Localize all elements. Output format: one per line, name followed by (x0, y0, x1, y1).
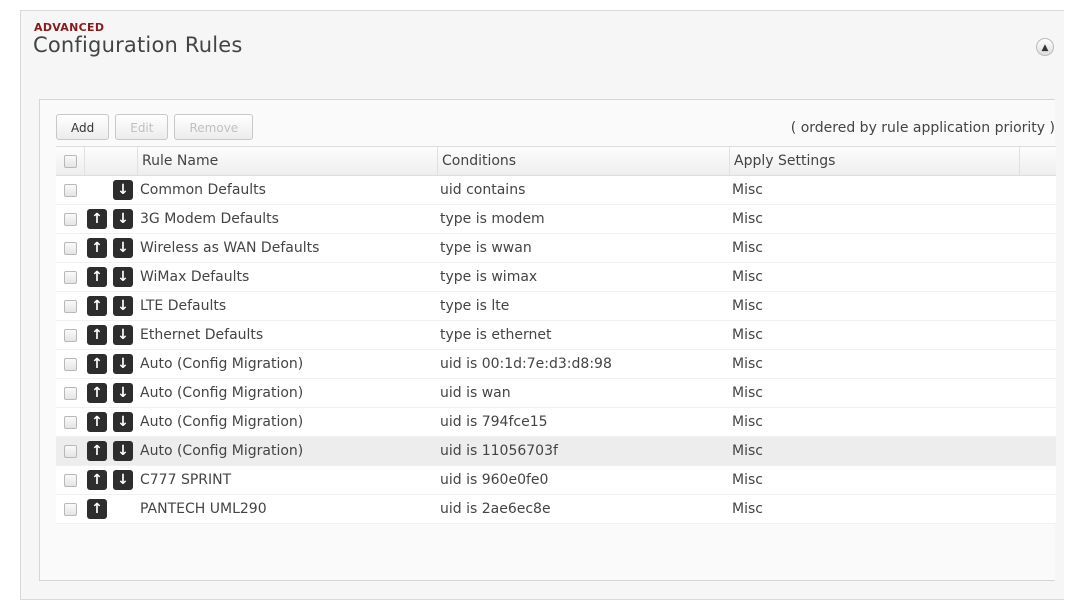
toolbar: Add Edit Remove (56, 114, 254, 142)
row-checkbox[interactable] (63, 270, 77, 284)
table-body: ↓ Common Defaults uid contains Misc ↑ ↓ 3G Mod… (56, 176, 1056, 524)
arrow-up-icon[interactable]: ↑ (87, 296, 107, 316)
cell-apply-settings: Misc (732, 414, 763, 430)
arrow-down-icon[interactable]: ↓ (113, 354, 133, 374)
cell-conditions: type is modem (440, 211, 545, 227)
arrow-up-icon[interactable]: ↑ (87, 499, 107, 519)
cell-rule-name: C777 SPRINT (140, 472, 232, 488)
cell-rule-name: Ethernet Defaults (140, 327, 264, 343)
cell-apply-settings: Misc (732, 501, 763, 517)
cell-rule-name: Wireless as WAN Defaults (140, 240, 320, 256)
cell-rule-name: Auto (Config Migration) (140, 443, 304, 459)
cell-conditions: type is wwan (440, 240, 532, 256)
table-row[interactable]: ↑ ↓ WiMax Defaults type is wimax Misc (56, 263, 1056, 292)
table-header: Rule Name Conditions Apply Settings (56, 147, 1056, 176)
order-note: ( ordered by rule application priority ) (790, 120, 1055, 136)
row-checkbox[interactable] (63, 473, 77, 487)
row-checkbox[interactable] (63, 357, 77, 371)
arrow-down-icon[interactable]: ↓ (113, 296, 133, 316)
remove-button[interactable]: Remove (174, 114, 254, 140)
cell-apply-settings: Misc (732, 182, 763, 198)
table-row[interactable]: ↑ ↓ Wireless as WAN Defaults type is wwan Mi… (56, 234, 1056, 263)
arrow-down-icon[interactable]: ↓ (113, 383, 133, 403)
arrow-down-icon[interactable]: ↓ (113, 209, 133, 229)
arrow-up-icon[interactable]: ↑ (87, 209, 107, 229)
column-header-apply-settings[interactable]: Apply Settings (729, 147, 1019, 175)
cell-rule-name: PANTECH UML290 (140, 501, 267, 517)
rules-container: Add Edit Remove ( ordered by rule applic… (39, 99, 1056, 581)
column-header-rule-name[interactable]: Rule Name (137, 147, 437, 175)
cell-conditions: uid is 00:1d:7e:d3:d8:98 (440, 356, 612, 372)
cell-rule-name: WiMax Defaults (140, 269, 250, 285)
cell-conditions: uid is 960e0fe0 (440, 472, 549, 488)
arrow-up-icon[interactable]: ↑ (87, 354, 107, 374)
table-row[interactable]: ↑ ↓ Auto (Config Migration) uid is 11056703… (56, 437, 1056, 466)
table-row[interactable]: ↑ ↓ Ethernet Defaults type is ethernet Misc (56, 321, 1056, 350)
row-checkbox[interactable] (63, 183, 77, 197)
table-row[interactable]: ↑ ↓ Auto (Config Migration) uid is wan Misc (56, 379, 1056, 408)
cell-rule-name: Auto (Config Migration) (140, 356, 304, 372)
arrow-up-icon[interactable]: ↑ (87, 383, 107, 403)
table-row[interactable]: ↑ ↓ C777 SPRINT uid is 960e0fe0 Misc (56, 466, 1056, 495)
arrow-up-icon[interactable]: ↑ (87, 412, 107, 432)
cell-apply-settings: Misc (732, 443, 763, 459)
arrow-down-icon[interactable]: ↓ (113, 180, 133, 200)
arrow-up-icon[interactable]: ↑ (87, 238, 107, 258)
table-row[interactable]: ↑ ↓ LTE Defaults type is lte Misc (56, 292, 1056, 321)
arrow-down-icon[interactable]: ↓ (113, 325, 133, 345)
row-checkbox[interactable] (63, 444, 77, 458)
cell-apply-settings: Misc (732, 240, 763, 256)
cell-apply-settings: Misc (732, 472, 763, 488)
cell-apply-settings: Misc (732, 269, 763, 285)
arrow-down-icon[interactable]: ↓ (113, 267, 133, 287)
cell-conditions: uid is wan (440, 385, 511, 401)
row-checkbox[interactable] (63, 241, 77, 255)
arrow-up-icon[interactable]: ↑ (87, 441, 107, 461)
page-title: Configuration Rules (33, 33, 243, 57)
table-row[interactable]: ↓ Common Defaults uid contains Misc (56, 176, 1056, 205)
cell-conditions: uid contains (440, 182, 526, 198)
cell-conditions: uid is 11056703f (440, 443, 558, 459)
row-checkbox[interactable] (63, 328, 77, 342)
chevron-up-icon: ▲ (1041, 43, 1049, 53)
row-checkbox[interactable] (63, 386, 77, 400)
table-row[interactable]: ↑ ↓ Auto (Config Migration) uid is 00:1d:7e… (56, 350, 1056, 379)
cell-apply-settings: Misc (732, 385, 763, 401)
arrow-up-icon[interactable]: ↑ (87, 267, 107, 287)
arrow-up-icon[interactable]: ↑ (87, 470, 107, 490)
cell-rule-name: 3G Modem Defaults (140, 211, 279, 227)
row-checkbox[interactable] (63, 415, 77, 429)
select-all-checkbox[interactable] (63, 154, 77, 168)
cell-rule-name: Common Defaults (140, 182, 266, 198)
cell-conditions: type is wimax (440, 269, 538, 285)
arrow-up-icon[interactable]: ↑ (87, 325, 107, 345)
cell-conditions: type is lte (440, 298, 510, 314)
cell-conditions: uid is 2ae6ec8e (440, 501, 551, 517)
edit-button[interactable]: Edit (115, 114, 169, 140)
rules-table: Rule Name Conditions Apply Settings ↓ Com… (56, 146, 1056, 524)
cell-conditions: type is ethernet (440, 327, 552, 343)
cell-rule-name: Auto (Config Migration) (140, 385, 304, 401)
column-header-conditions[interactable]: Conditions (437, 147, 729, 175)
row-checkbox[interactable] (63, 212, 77, 226)
arrow-down-icon[interactable]: ↓ (113, 238, 133, 258)
table-row[interactable]: ↑ PANTECH UML290 uid is 2ae6ec8e Misc (56, 495, 1056, 524)
table-row[interactable]: ↑ ↓ Auto (Config Migration) uid is 794fce15… (56, 408, 1056, 437)
add-button[interactable]: Add (56, 114, 110, 140)
cell-apply-settings: Misc (732, 327, 763, 343)
cell-apply-settings: Misc (732, 211, 763, 227)
cell-apply-settings: Misc (732, 298, 763, 314)
arrow-down-icon[interactable]: ↓ (113, 412, 133, 432)
collapse-button[interactable]: ▲ (1036, 38, 1054, 56)
row-checkbox[interactable] (63, 502, 77, 516)
arrow-down-icon[interactable]: ↓ (113, 470, 133, 490)
config-rules-panel: ADVANCED Configuration Rules ▲ Add Edit … (20, 10, 1064, 600)
table-row[interactable]: ↑ ↓ 3G Modem Defaults type is modem Misc (56, 205, 1056, 234)
row-checkbox[interactable] (63, 299, 77, 313)
cell-rule-name: Auto (Config Migration) (140, 414, 304, 430)
cell-apply-settings: Misc (732, 356, 763, 372)
cell-rule-name: LTE Defaults (140, 298, 227, 314)
cell-conditions: uid is 794fce15 (440, 414, 548, 430)
arrow-down-icon[interactable]: ↓ (113, 441, 133, 461)
